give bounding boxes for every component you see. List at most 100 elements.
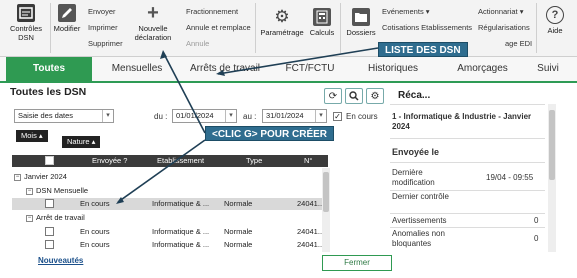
table-row[interactable]: En cours Informatique & ... Normale 2404… bbox=[12, 239, 328, 251]
tab-fct-fctu[interactable]: FCT/FCTU bbox=[275, 57, 345, 81]
evenements-item[interactable]: Evénements ▾ bbox=[382, 7, 430, 16]
envoyer-item[interactable]: Envoyer bbox=[88, 7, 116, 16]
cell-etablissement: Informatique & ... bbox=[152, 227, 210, 236]
au-label: au : bbox=[243, 112, 257, 121]
tab-bar: Toutes Mensuelles Arrêts de travail FCT/… bbox=[0, 57, 577, 83]
date-from-input[interactable]: 01/01/2024 ▾ bbox=[172, 109, 237, 123]
avertissements-label: Avertissements bbox=[392, 216, 447, 225]
modifier-button[interactable]: Modifier bbox=[52, 4, 82, 33]
nouvelle-declaration-button[interactable]: + Nouvelle déclaration bbox=[132, 2, 174, 43]
actionnariat-label: Actionnariat bbox=[478, 7, 518, 16]
dernier-controle-label: Dernier contrôle bbox=[392, 192, 449, 201]
evenements-label: Evénements bbox=[382, 7, 424, 16]
modifier-label: Modifier bbox=[53, 24, 81, 33]
gear-icon: ⚙ bbox=[370, 90, 380, 102]
tab-toutes[interactable]: Toutes bbox=[6, 57, 92, 81]
settings-button[interactable]: ⚙ bbox=[366, 88, 384, 104]
recap-scrollbar-thumb[interactable] bbox=[549, 110, 555, 180]
col-envoyee[interactable]: Envoyée ? bbox=[92, 155, 127, 167]
collapse-icon: − bbox=[14, 173, 21, 181]
avertissements-value: 0 bbox=[534, 216, 539, 225]
grid-scrollbar-thumb[interactable] bbox=[323, 172, 329, 212]
recap-title: Réca... bbox=[398, 90, 431, 101]
tab-amorcages[interactable]: Amorçages bbox=[445, 57, 520, 81]
search-button[interactable] bbox=[345, 88, 363, 104]
group-mois-chip[interactable]: Mois ▴ bbox=[16, 130, 48, 142]
group-arret-label: Arrêt de travail bbox=[36, 213, 85, 222]
declaration-label: déclaration bbox=[134, 33, 172, 42]
anomalies-value: 0 bbox=[534, 234, 539, 243]
cell-type: Normale bbox=[224, 199, 253, 208]
usage-edi-item[interactable]: age EDI bbox=[505, 39, 532, 48]
regularisations-item[interactable]: Régularisations bbox=[478, 23, 530, 32]
envoyee-le-label: Envoyée le bbox=[392, 147, 440, 157]
ribbon-toolbar: Contrôles DSN Modifier Envoyer Imprimer … bbox=[0, 0, 577, 57]
gear-icon: ⚙ bbox=[274, 7, 290, 26]
nouveautes-link[interactable]: Nouveautés bbox=[38, 256, 83, 265]
cotisations-item[interactable]: Cotisations Etablissements bbox=[382, 23, 472, 32]
aide-button[interactable]: ? Aide bbox=[540, 6, 570, 35]
derniere-modification-label: Dernière modification bbox=[392, 168, 435, 187]
calculs-label: Calculs bbox=[309, 28, 335, 37]
tab-historiques[interactable]: Historiques bbox=[355, 57, 431, 81]
calculator-icon bbox=[313, 8, 331, 26]
tab-mensuelles[interactable]: Mensuelles bbox=[98, 57, 176, 81]
folder-icon bbox=[352, 8, 370, 26]
cell-numero: 24041... bbox=[297, 199, 325, 208]
group-dsn-mensuelle[interactable]: − DSN Mensuelle bbox=[26, 185, 88, 196]
list-title: Toutes les DSN bbox=[10, 86, 87, 98]
tab-arrets-travail[interactable]: Arrêts de travail bbox=[180, 57, 270, 81]
group-month-label: Janvier 2024 bbox=[24, 172, 67, 181]
en-cours-label: En cours bbox=[346, 112, 378, 121]
parametrage-button[interactable]: ⚙ Paramétrage bbox=[260, 7, 304, 37]
annule-remplace-item[interactable]: Annule et remplace bbox=[186, 23, 251, 32]
cell-type: Normale bbox=[224, 227, 253, 236]
recap-entity: 1 - Informatique & Industrie - Janvier 2… bbox=[392, 112, 532, 131]
recap-scrollbar[interactable] bbox=[548, 104, 556, 252]
supprimer-item[interactable]: Supprimer bbox=[88, 39, 123, 48]
col-numero[interactable]: N° bbox=[304, 155, 312, 167]
chevron-down-icon: ▾ bbox=[225, 110, 236, 122]
grid-scrollbar[interactable] bbox=[322, 168, 330, 252]
dsn-label: DSN bbox=[18, 33, 34, 42]
collapse-icon: − bbox=[26, 214, 33, 222]
fermer-button[interactable]: Fermer bbox=[322, 255, 392, 271]
aide-label: Aide bbox=[547, 26, 563, 35]
cell-etablissement: Informatique & ... bbox=[152, 240, 210, 249]
en-cours-checkbox[interactable]: ✓ bbox=[333, 112, 342, 121]
refresh-button[interactable]: ⟳ bbox=[324, 88, 342, 104]
group-nature-chip[interactable]: Nature ▴ bbox=[62, 136, 101, 148]
calculs-button[interactable]: Calculs bbox=[308, 8, 336, 37]
date-to-input[interactable]: 31/01/2024 ▾ bbox=[262, 109, 327, 123]
col-type[interactable]: Type bbox=[246, 155, 262, 167]
anomalies-label: Anomalies non bloquantes bbox=[392, 229, 445, 248]
cell-envoyee: En cours bbox=[80, 227, 110, 236]
cell-envoyee: En cours bbox=[80, 240, 110, 249]
imprimer-item[interactable]: Imprimer bbox=[88, 23, 118, 32]
select-all-checkbox[interactable] bbox=[45, 156, 54, 165]
annule-item[interactable]: Annule bbox=[186, 39, 209, 48]
table-row[interactable]: En cours Informatique & ... Normale 2404… bbox=[12, 198, 328, 210]
derniere-modification-value: 19/04 - 09:55 bbox=[486, 173, 534, 182]
cell-numero: 24041... bbox=[297, 227, 325, 236]
col-etablissement[interactable]: Etablissement bbox=[157, 155, 204, 167]
row-checkbox[interactable] bbox=[45, 199, 54, 208]
table-row[interactable]: En cours Informatique & ... Normale 2404… bbox=[12, 226, 328, 238]
controles-dsn-button[interactable]: Contrôles DSN bbox=[6, 4, 46, 42]
arrow-to-row bbox=[117, 139, 206, 203]
cell-numero: 24041... bbox=[297, 240, 325, 249]
tab-suivi[interactable]: Suivi bbox=[528, 57, 568, 81]
group-mois-label: Mois bbox=[21, 131, 37, 140]
pencil-icon bbox=[58, 4, 76, 22]
date-from-value: 01/01/2024 bbox=[176, 111, 214, 120]
dossiers-button[interactable]: Dossiers bbox=[344, 8, 378, 37]
group-month[interactable]: − Janvier 2024 bbox=[14, 171, 67, 182]
fractionnement-item[interactable]: Fractionnement bbox=[186, 7, 238, 16]
date-mode-select[interactable]: Saisie des dates ▾ bbox=[14, 109, 114, 123]
actionnariat-item[interactable]: Actionnariat ▾ bbox=[478, 7, 523, 16]
group-arret-travail[interactable]: − Arrêt de travail bbox=[26, 212, 85, 223]
grid-header: Envoyée ? Etablissement Type N° bbox=[12, 155, 328, 167]
row-checkbox[interactable] bbox=[45, 227, 54, 236]
group-nature-label: Nature bbox=[67, 137, 90, 146]
row-checkbox[interactable] bbox=[45, 240, 54, 249]
